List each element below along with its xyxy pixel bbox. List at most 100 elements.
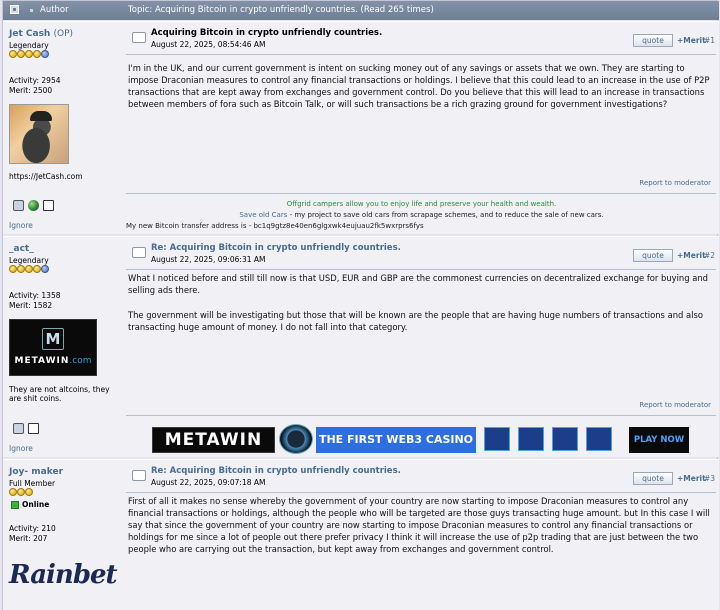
sig-text: allow you to enjoy life and preserve you…: [343, 200, 557, 208]
poster-stats: Activity: 2954 Merit: 2500: [9, 76, 61, 96]
star-icon: [33, 265, 41, 273]
post-title[interactable]: Acquiring Bitcoin in crypto unfriendly c…: [151, 28, 382, 38]
merit-button[interactable]: +Merit: [677, 474, 706, 483]
post-body: First of all it makes no sense whereby t…: [128, 496, 710, 554]
ad-banner[interactable]: METAWIN THE FIRST WEB3 CASINO PLAY NOW: [152, 424, 689, 454]
online-icon: [11, 501, 19, 509]
play-now-button[interactable]: PLAY NOW: [629, 427, 689, 453]
poster-info: _act_ Legendary Activity: 1358 Merit: 15…: [3, 237, 121, 457]
member-rank: Legendary: [9, 41, 49, 50]
post-body: What I noticed before and still till now…: [128, 273, 708, 295]
post-number[interactable]: #2: [704, 251, 715, 260]
banner-tiles: [480, 424, 630, 454]
avatar: M METAWIN.com: [9, 319, 97, 376]
post-content: Re: Acquiring Bitcoin in crypto unfriend…: [124, 460, 719, 610]
rank-stars: [9, 488, 33, 497]
report-link[interactable]: Report to moderator: [639, 401, 711, 409]
merit-count: Merit: 1582: [9, 301, 53, 310]
op-badge: (OP): [53, 29, 74, 39]
tile-icon: [552, 427, 578, 451]
post-icon: [132, 470, 146, 481]
quote-button[interactable]: quote: [633, 249, 673, 262]
merit-count: Merit: 2500: [9, 86, 53, 95]
coin-icon: [279, 424, 313, 454]
sig-address: My new Bitcoin transfer address is - bc1…: [126, 222, 424, 230]
profile-icon[interactable]: [13, 423, 24, 434]
post-content: Acquiring Bitcoin in crypto unfriendly c…: [124, 22, 719, 234]
poster-info: Jet Cash (OP) Legendary Activity: 2954 M…: [3, 22, 121, 234]
poster-stats: Activity: 1358 Merit: 1582: [9, 291, 61, 311]
star-icon: [9, 488, 17, 496]
rainbet-logo[interactable]: Rainbet: [9, 560, 118, 590]
message-icon[interactable]: [28, 423, 39, 434]
post-title[interactable]: Re: Acquiring Bitcoin in crypto unfriend…: [151, 243, 401, 253]
star-icon: [25, 50, 33, 58]
post: Jet Cash (OP) Legendary Activity: 2954 M…: [3, 21, 719, 234]
rank-stars: [9, 265, 49, 274]
merit-count: Merit: 207: [9, 534, 48, 543]
star-icon: [33, 50, 41, 58]
report-link[interactable]: Report to moderator: [639, 179, 711, 187]
author-column-label: Author: [40, 5, 69, 15]
quote-button[interactable]: quote: [633, 472, 673, 485]
divider: [126, 193, 716, 194]
profile-icons: [13, 200, 58, 212]
rank-stars: [9, 50, 49, 59]
divider: [126, 269, 716, 270]
signature: Offgrid campers allow you to enjoy life …: [124, 199, 719, 232]
username[interactable]: _act_: [9, 244, 34, 254]
topic-container: Author Topic: Acquiring Bitcoin in crypt…: [2, 0, 719, 610]
online-status: Online: [11, 500, 49, 509]
activity: Activity: 2954: [9, 76, 61, 85]
post-icon: [132, 32, 146, 43]
username[interactable]: Joy- maker: [9, 467, 63, 477]
post-number[interactable]: #1: [704, 36, 715, 45]
hat-shape: [30, 111, 52, 121]
star-icon: [9, 50, 17, 58]
website-globe-icon[interactable]: [28, 200, 39, 211]
post-number[interactable]: #3: [704, 474, 715, 483]
merit-button[interactable]: +Merit: [677, 36, 706, 45]
avatar-text: METAWIN.com: [14, 356, 92, 366]
profile-icons: [13, 423, 43, 435]
star-icon: [41, 265, 49, 273]
post: Joy- maker Full Member Online Activity: …: [3, 459, 719, 610]
quote-button[interactable]: quote: [633, 34, 673, 47]
divider: [126, 492, 716, 493]
ignore-link[interactable]: Ignore: [9, 444, 33, 453]
profile-icon[interactable]: [13, 200, 24, 211]
poster-info: Joy- maker Full Member Online Activity: …: [3, 460, 121, 610]
metawin-logo-icon: M: [42, 328, 64, 350]
avatar: [9, 104, 69, 164]
post-date: August 22, 2025, 08:54:46 AM: [151, 40, 266, 49]
post-date: August 22, 2025, 09:06:31 AM: [151, 255, 266, 264]
banner-tagline[interactable]: THE FIRST WEB3 CASINO: [316, 427, 476, 453]
ignore-link[interactable]: Ignore: [9, 221, 33, 230]
post-date: August 22, 2025, 09:07:18 AM: [151, 478, 266, 487]
merit-button[interactable]: +Merit: [677, 251, 706, 260]
topic-header: Author Topic: Acquiring Bitcoin in crypt…: [3, 1, 719, 20]
star-icon: [41, 50, 49, 58]
star-icon: [17, 50, 25, 58]
star-icon: [25, 265, 33, 273]
tile-icon: [484, 427, 510, 451]
message-icon[interactable]: [43, 200, 54, 211]
banner-brand[interactable]: METAWIN: [152, 427, 275, 453]
topic-title: Topic: Acquiring Bitcoin in crypto unfri…: [128, 5, 434, 15]
post-icon: [132, 247, 146, 258]
sig-link-offgrid[interactable]: Offgrid campers: [287, 200, 344, 208]
activity: Activity: 1358: [9, 291, 61, 300]
post-title[interactable]: Re: Acquiring Bitcoin in crypto unfriend…: [151, 466, 401, 476]
activity: Activity: 210: [9, 524, 56, 533]
username[interactable]: Jet Cash (OP): [9, 29, 73, 39]
post-body: The government will be investigating but…: [128, 310, 703, 332]
star-icon: [9, 265, 17, 273]
divider: [126, 415, 716, 416]
separator-icon: [30, 9, 33, 12]
sig-link-save-cars[interactable]: Save old Cars: [239, 211, 287, 219]
member-rank: Legendary: [9, 256, 49, 265]
star-icon: [17, 265, 25, 273]
star-icon: [17, 488, 25, 496]
post: _act_ Legendary Activity: 1358 Merit: 15…: [3, 236, 719, 457]
user-website[interactable]: https://JetCash.com: [9, 172, 83, 181]
